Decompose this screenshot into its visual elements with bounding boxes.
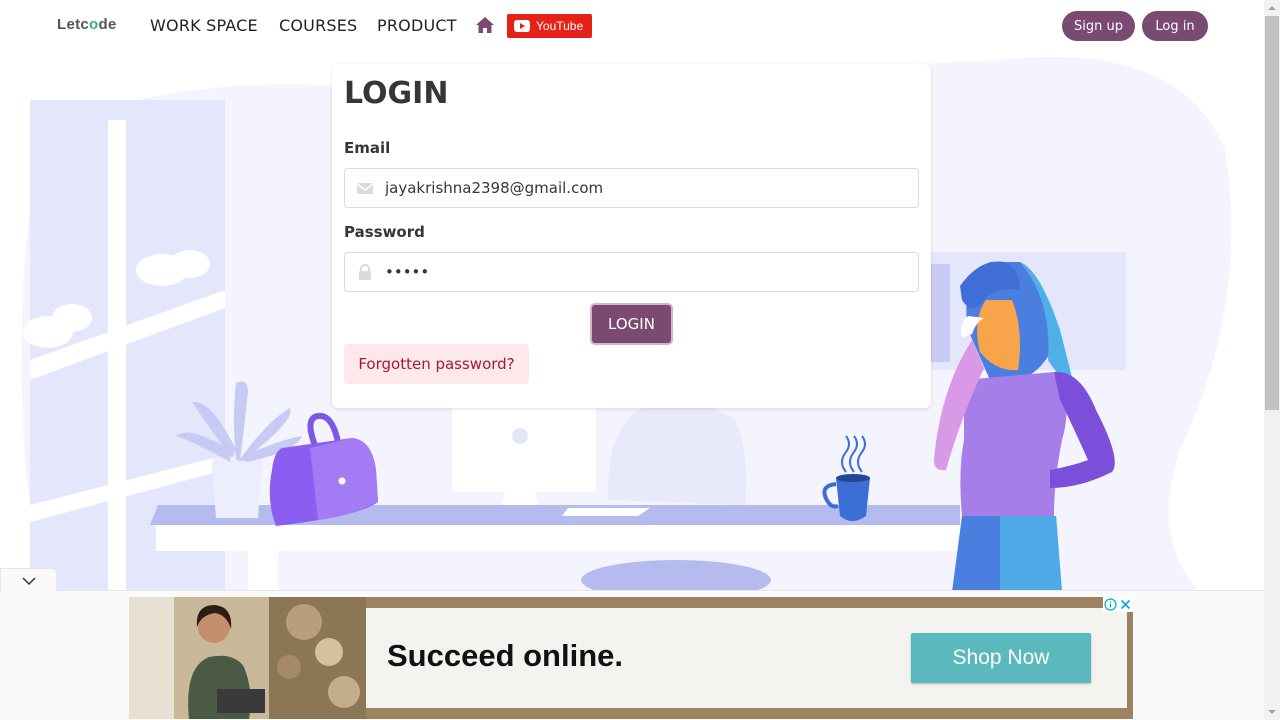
forgot-password-button[interactable]: Forgotten password? xyxy=(344,344,529,384)
ad-close-icon[interactable] xyxy=(1118,597,1133,612)
page: Letcode WORK SPACE COURSES PRODUCT YouTu… xyxy=(0,0,1280,720)
nav-link-work-space[interactable]: WORK SPACE xyxy=(150,16,258,35)
password-field[interactable] xyxy=(385,253,910,291)
email-field[interactable] xyxy=(385,169,910,207)
ad-headline: Succeed online. xyxy=(387,638,624,673)
ad-collapse-toggle[interactable] xyxy=(0,568,57,592)
youtube-button[interactable]: YouTube xyxy=(507,14,592,38)
lock-icon xyxy=(359,264,371,280)
nav-link-product[interactable]: PRODUCT xyxy=(377,16,457,35)
youtube-label: YouTube xyxy=(536,19,584,33)
ad-panel: Succeed online. Shop Now xyxy=(366,608,1127,708)
email-label: Email xyxy=(344,139,391,157)
password-label: Password xyxy=(344,223,425,241)
scroll-down-arrow-icon[interactable] xyxy=(1264,704,1280,720)
login-card: LOGIN Email Password LOGIN Forgotten pas… xyxy=(332,64,931,408)
envelope-icon xyxy=(356,183,374,194)
ad-info-icon[interactable] xyxy=(1103,597,1118,612)
chevron-down-icon xyxy=(22,577,36,586)
login-nav-button[interactable]: Log in xyxy=(1142,11,1208,41)
password-field-wrapper xyxy=(344,252,919,292)
letcode-logo[interactable]: Letcode xyxy=(57,16,117,33)
youtube-play-icon xyxy=(514,20,530,32)
top-navbar: Letcode WORK SPACE COURSES PRODUCT YouTu… xyxy=(0,0,1264,52)
login-submit-button[interactable]: LOGIN xyxy=(590,303,673,345)
nav-link-courses[interactable]: COURSES xyxy=(279,16,357,35)
scroll-up-arrow-icon[interactable] xyxy=(1264,0,1280,16)
ad-photo xyxy=(129,597,366,719)
scrollbar-thumb[interactable] xyxy=(1265,16,1279,410)
ad-shop-now-button[interactable]: Shop Now xyxy=(911,633,1091,683)
email-field-wrapper xyxy=(344,168,919,208)
display-ad[interactable]: Succeed online. Shop Now xyxy=(129,597,1133,719)
signup-button[interactable]: Sign up xyxy=(1062,11,1135,41)
home-icon[interactable] xyxy=(475,16,495,34)
login-title: LOGIN xyxy=(344,76,449,111)
